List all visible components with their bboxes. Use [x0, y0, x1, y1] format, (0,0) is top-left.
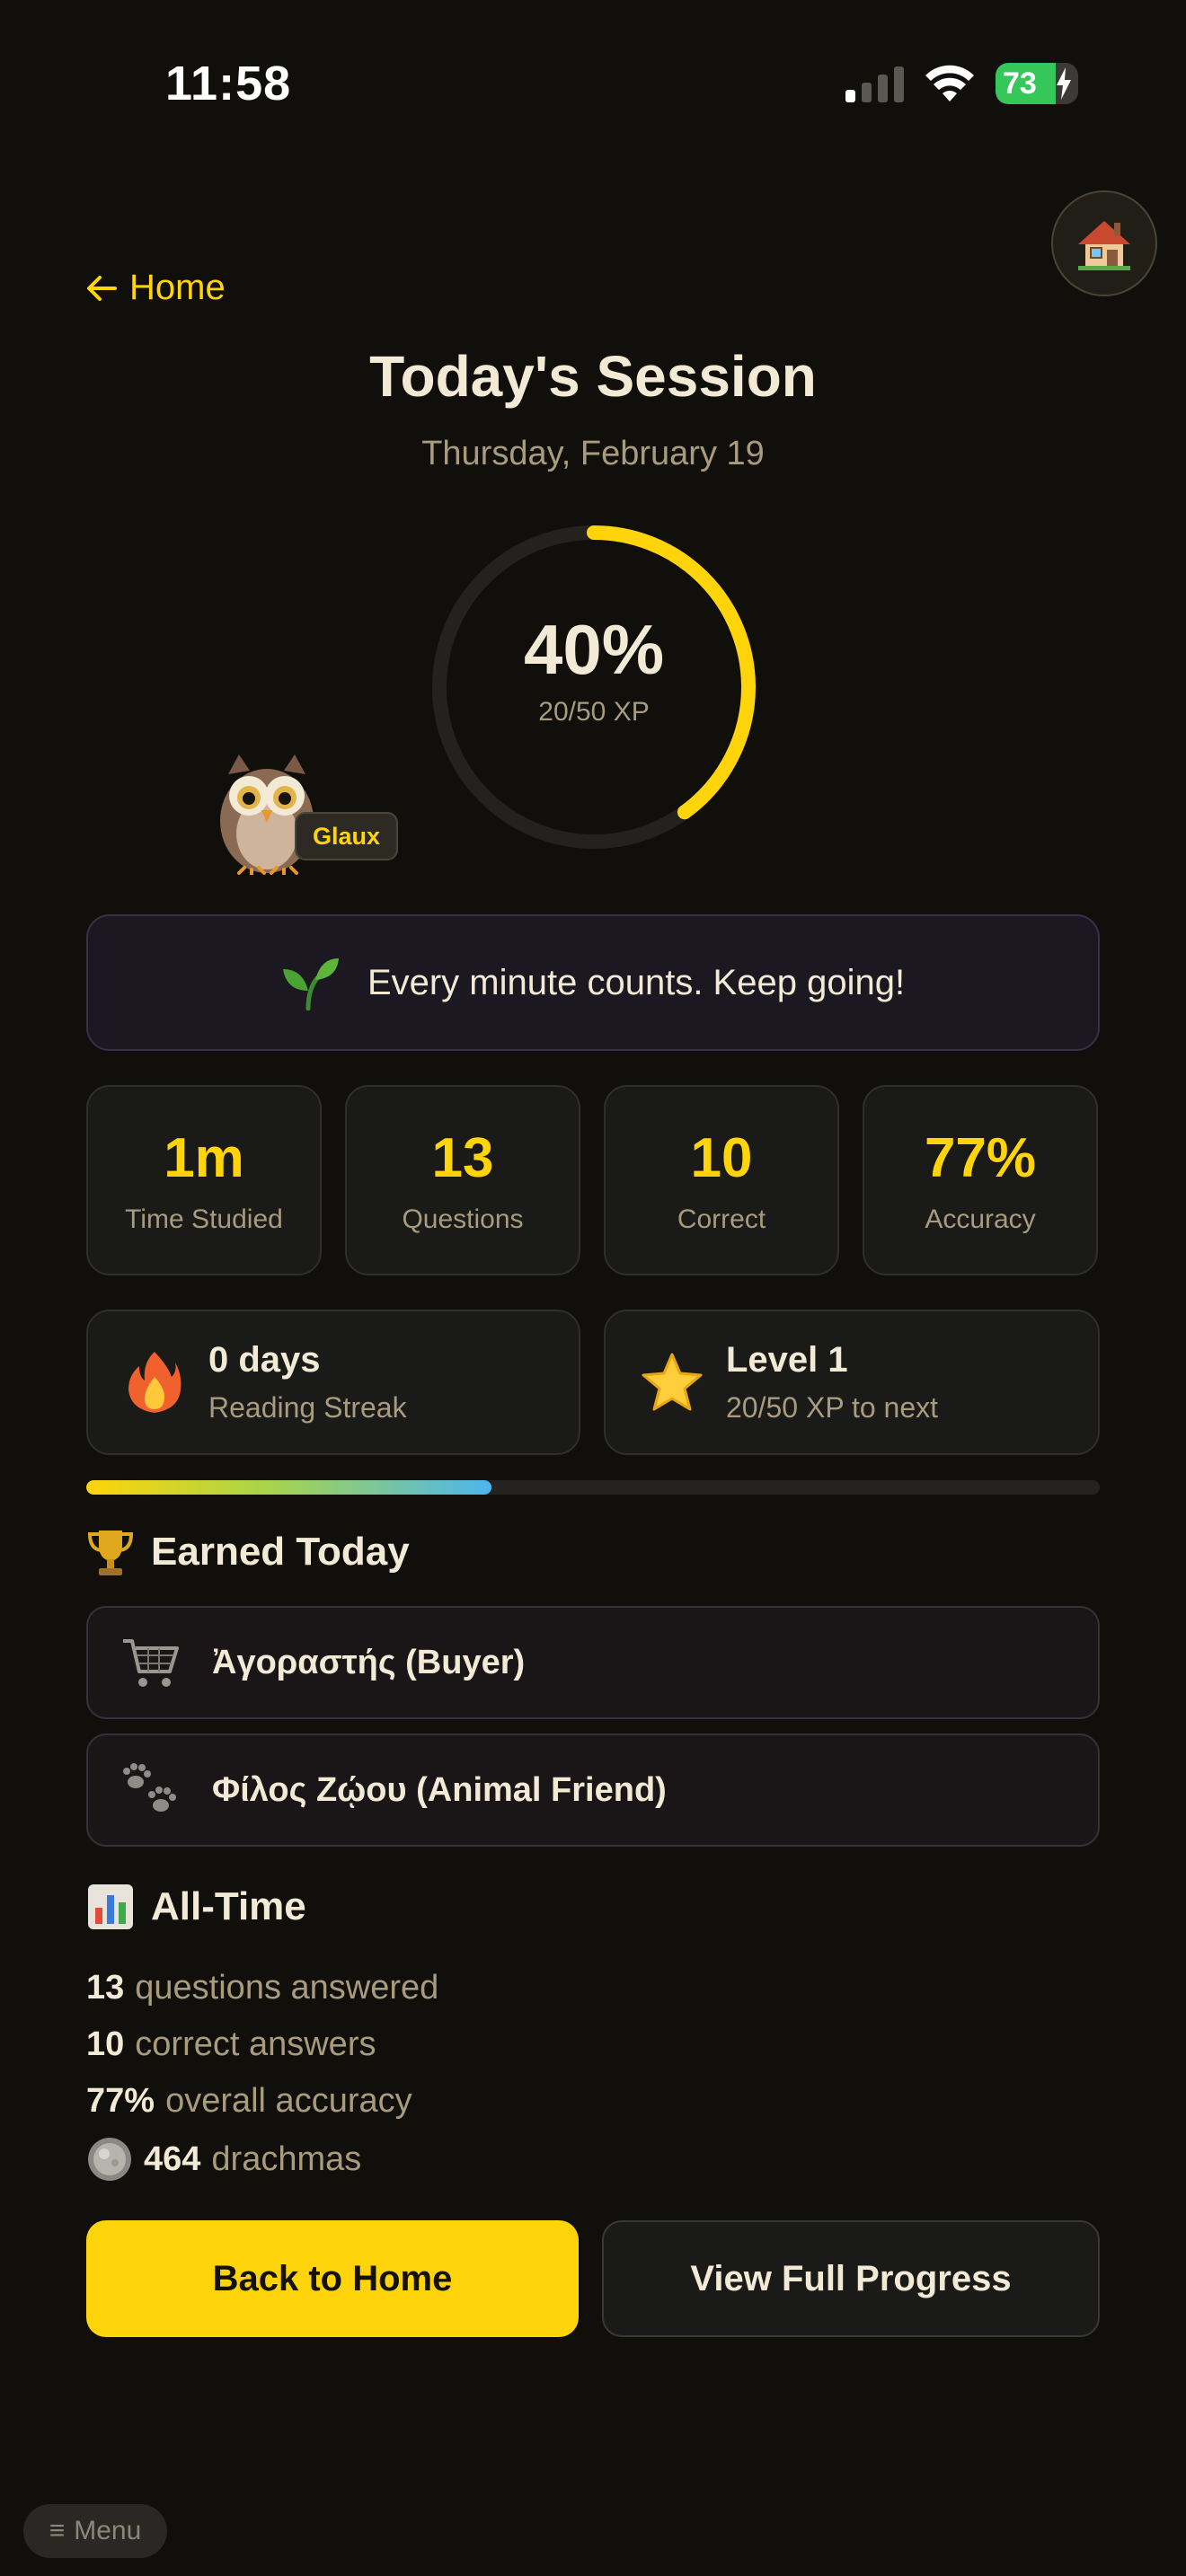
back-to-home-button[interactable]: Back to Home: [86, 2220, 579, 2337]
alltime-row-drachmas: 464 drachmas: [86, 2136, 361, 2183]
alltime-value: 10: [86, 2025, 125, 2063]
alltime-row-questions: 13 questions answered: [86, 1969, 438, 2007]
arrow-left-icon: [87, 275, 117, 301]
stat-card-accuracy: 77% Accuracy: [863, 1085, 1098, 1275]
alltime-value: 77%: [86, 2082, 155, 2120]
section-title: All-Time: [151, 1884, 306, 1928]
badge-item-animal-friend: Φίλος Ζῴου (Animal Friend): [86, 1734, 1100, 1847]
level-card: Level 1 20/50 XP to next: [604, 1310, 1100, 1455]
streak-label: Reading Streak: [208, 1391, 407, 1424]
all-time-heading: All-Time: [86, 1883, 306, 1931]
stat-value: 77%: [924, 1127, 1037, 1189]
streak-value: 0 days: [208, 1340, 321, 1380]
session-summary-screen: 11:58 73 Home Today's Session Thursday, …: [0, 0, 1186, 2576]
menu-button[interactable]: ≡ Menu: [23, 2504, 167, 2558]
battery-icon: 73: [996, 63, 1078, 104]
progress-percent: 40%: [523, 610, 665, 689]
motivation-card: Every minute counts. Keep going!: [86, 914, 1100, 1051]
menu-label: Menu: [74, 2516, 142, 2545]
stat-value: 13: [431, 1127, 494, 1189]
stat-card-correct: 10 Correct: [604, 1085, 839, 1275]
house-icon: [1078, 221, 1130, 270]
mascot-name-tag: Glaux: [295, 812, 399, 860]
reading-streak-card: 0 days Reading Streak: [86, 1310, 580, 1455]
menu-icon: ≡: [49, 2516, 66, 2545]
badge-item-buyer: Ἀγοραστής (Buyer): [86, 1606, 1100, 1719]
stat-label: Correct: [677, 1204, 766, 1234]
cellular-signal-icon: [845, 65, 904, 102]
status-time: 11:58: [165, 57, 292, 110]
earned-today-heading: Earned Today: [86, 1527, 410, 1577]
seedling-icon: [282, 958, 339, 1010]
home-button[interactable]: [1051, 190, 1157, 296]
shopping-cart-icon: [123, 1639, 179, 1687]
status-icons: 73: [845, 63, 1078, 104]
alltime-value: 13: [86, 1969, 125, 2007]
alltime-text: correct answers: [135, 2025, 376, 2063]
alltime-row-correct: 10 correct answers: [86, 2025, 376, 2064]
stat-label: Accuracy: [925, 1204, 1036, 1234]
alltime-text: drachmas: [211, 2139, 362, 2178]
back-to-home-link[interactable]: Home: [86, 268, 226, 308]
wifi-icon: [925, 65, 974, 101]
trophy-icon: [87, 1531, 134, 1575]
badge-label: Ἀγοραστής (Buyer): [212, 1643, 526, 1681]
xp-progress-bar: [86, 1480, 1100, 1495]
stat-label: Questions: [402, 1204, 524, 1234]
motivation-text: Every minute counts. Keep going!: [367, 962, 906, 1002]
view-full-progress-button[interactable]: View Full Progress: [602, 2220, 1100, 2337]
battery-level: 73: [1003, 66, 1037, 101]
badge-label: Φίλος Ζῴου (Animal Friend): [212, 1770, 667, 1809]
back-link-label: Home: [129, 268, 226, 307]
paw-prints-icon: [123, 1763, 176, 1812]
xp-progress-fill: [86, 1480, 492, 1495]
star-icon: [642, 1353, 703, 1411]
page-title: Today's Session: [369, 344, 817, 409]
session-date: Thursday, February 19: [421, 435, 765, 472]
alltime-text: questions answered: [135, 1969, 439, 2007]
alltime-row-accuracy: 77% overall accuracy: [86, 2082, 412, 2121]
bar-chart-icon: [88, 1884, 133, 1929]
alltime-text: overall accuracy: [165, 2082, 412, 2120]
coin-icon: [88, 2138, 131, 2181]
stat-card-time-studied: 1m Time Studied: [86, 1085, 322, 1275]
level-label: 20/50 XP to next: [726, 1391, 939, 1424]
stat-value: 1m: [164, 1127, 244, 1189]
alltime-value: 464: [144, 2139, 201, 2178]
stat-card-questions: 13 Questions: [345, 1085, 580, 1275]
stat-label: Time Studied: [125, 1204, 283, 1234]
section-title: Earned Today: [151, 1530, 410, 1574]
level-value: Level 1: [726, 1340, 848, 1380]
stat-value: 10: [690, 1127, 753, 1189]
fire-icon: [128, 1352, 181, 1413]
progress-xp: 20/50 XP: [538, 697, 650, 727]
